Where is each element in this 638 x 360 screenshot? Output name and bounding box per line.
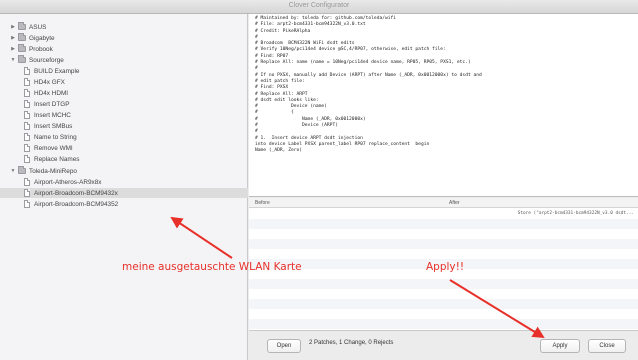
window-title: Clover Configurator <box>288 2 350 9</box>
app-window: Clover Configurator ▶ ASUS ▶ Gigabyte ▶ Probo… <box>0 0 638 360</box>
sidebar-item-label: Airport-Broadcom-BCM94352 <box>34 200 119 208</box>
sidebar-item[interactable]: Insert DTGP <box>22 99 246 109</box>
sidebar-item[interactable]: Remove WMI <box>22 143 246 153</box>
file-icon <box>24 189 30 197</box>
sidebar-item[interactable]: HD4x HDMI <box>22 88 246 98</box>
diff-row[interactable] <box>249 289 638 299</box>
sidebar-item-label: HD4x HDMI <box>34 89 69 97</box>
sidebar-item[interactable]: ▶ ASUS <box>10 22 246 32</box>
sidebar-item-label: Insert DTGP <box>34 100 70 108</box>
bottom-toolbar: Open 2 Patches, 1 Change, 0 Rejects Appl… <box>249 330 638 360</box>
chevron-down-icon[interactable]: ▼ <box>10 168 16 174</box>
diff-row[interactable] <box>249 229 638 239</box>
sidebar-item[interactable]: Insert SMBus <box>22 121 246 131</box>
sidebar-item-label: Toleda-MiniRepo <box>29 167 77 175</box>
folder-icon <box>18 33 26 41</box>
folder-icon <box>18 44 26 52</box>
file-icon <box>24 178 30 186</box>
sidebar-item[interactable]: Replace Names <box>22 154 246 164</box>
title-bar: Clover Configurator <box>0 0 638 14</box>
sidebar-item[interactable]: Airport-Atheros-AR9x8x <box>22 177 246 187</box>
file-icon <box>24 111 30 119</box>
apply-annotation: Apply!! <box>426 261 465 273</box>
patch-code-view[interactable]: # Maintained by: toleda for: github.com/… <box>249 14 638 197</box>
folder-icon <box>18 166 26 174</box>
sidebar-item-label: BUILD Example <box>34 67 80 75</box>
wlan-card-annotation: meine ausgetauschte WLAN Karte <box>122 261 302 273</box>
sidebar-item[interactable]: ▼ Toleda-MiniRepo <box>10 166 246 176</box>
diff-row[interactable] <box>249 279 638 289</box>
diff-row[interactable] <box>249 319 638 329</box>
sidebar-item[interactable]: HD4x GFX <box>22 77 246 87</box>
sidebar-item-label: Sourceforge <box>29 56 64 64</box>
file-icon <box>24 67 30 75</box>
file-icon <box>24 200 30 208</box>
sidebar-item-label: Gigabyte <box>29 34 55 42</box>
diff-row[interactable] <box>249 309 638 319</box>
file-icon <box>24 78 30 86</box>
sidebar-item-label: Airport-Atheros-AR9x8x <box>34 178 102 186</box>
sidebar-item[interactable]: ▼ Sourceforge <box>10 55 246 65</box>
before-column-header[interactable]: Before <box>255 200 270 206</box>
file-icon <box>24 133 30 141</box>
open-button[interactable]: Open <box>267 339 301 353</box>
file-icon <box>24 155 30 163</box>
sidebar-item-label: Name to String <box>34 133 77 141</box>
file-icon <box>24 89 30 97</box>
sidebar-item-label: Insert MCHC <box>34 111 71 119</box>
sidebar-item[interactable]: ▶ Probook <box>10 44 246 54</box>
sidebar-item[interactable]: BUILD Example <box>22 66 246 76</box>
sidebar-item-label: HD4x GFX <box>34 78 65 86</box>
diff-row[interactable] <box>249 239 638 249</box>
chevron-right-icon[interactable]: ▶ <box>10 35 16 41</box>
folder-icon <box>18 55 26 63</box>
sidebar-item-label: Airport-Broadcom-BCM9432x <box>34 189 118 197</box>
sidebar-item-label: Probook <box>29 45 53 53</box>
diff-header: Before After <box>249 198 638 208</box>
file-icon <box>24 122 30 130</box>
sidebar-item[interactable]: Name to String <box>22 132 246 142</box>
diff-row[interactable] <box>249 219 638 229</box>
sidebar-item[interactable]: Airport-Broadcom-BCM94352 <box>22 199 246 209</box>
sidebar-item[interactable]: Airport-Broadcom-BCM9432x <box>0 188 248 198</box>
close-button[interactable]: Close <box>588 339 626 353</box>
file-icon <box>24 144 30 152</box>
sidebar-item-label: Remove WMI <box>34 144 73 152</box>
sidebar-item[interactable]: Insert MCHC <box>22 110 246 120</box>
chevron-right-icon[interactable]: ▶ <box>10 24 16 30</box>
diff-row[interactable] <box>249 249 638 259</box>
diff-after-cell: Store ("arpt2-bcm4331-bcm94322N_v3.0 dsd… <box>517 211 634 216</box>
apply-button[interactable]: Apply <box>540 339 580 353</box>
sidebar-item-label: ASUS <box>29 23 47 31</box>
chevron-down-icon[interactable]: ▼ <box>10 57 16 63</box>
folder-icon <box>18 22 26 30</box>
sidebar-item-label: Insert SMBus <box>34 122 73 130</box>
sidebar-item[interactable]: ▶ Gigabyte <box>10 33 246 43</box>
patch-tree-sidebar: ▶ ASUS ▶ Gigabyte ▶ Probook ▼ Sourceforge BUILD … <box>0 14 248 360</box>
diff-row[interactable]: Store ("arpt2-bcm4331-bcm94322N_v3.0 dsd… <box>249 209 638 219</box>
file-icon <box>24 100 30 108</box>
code-line: Name (_ADR, Zero) <box>255 148 303 154</box>
chevron-right-icon[interactable]: ▶ <box>10 46 16 52</box>
after-column-header[interactable]: After <box>449 200 460 206</box>
sidebar-item-label: Replace Names <box>34 155 80 163</box>
patch-status-text: 2 Patches, 1 Change, 0 Rejects <box>309 340 394 346</box>
diff-row[interactable] <box>249 299 638 309</box>
